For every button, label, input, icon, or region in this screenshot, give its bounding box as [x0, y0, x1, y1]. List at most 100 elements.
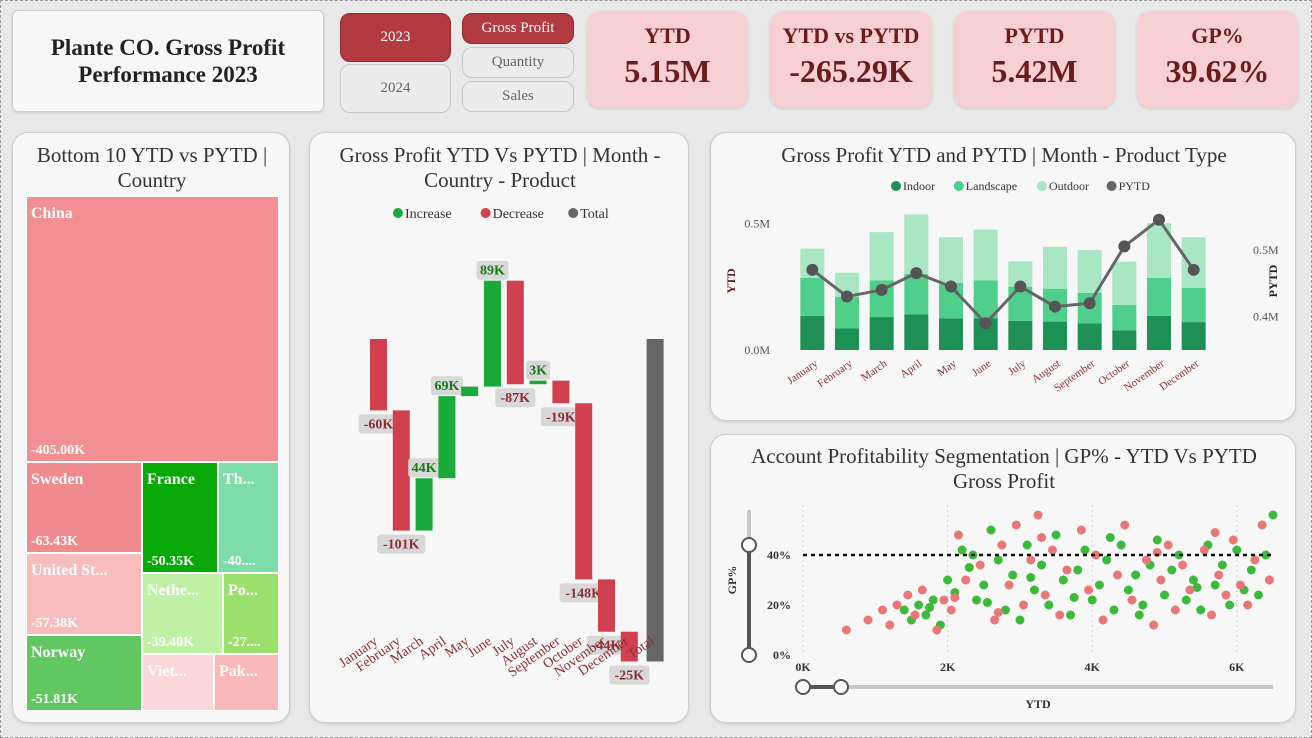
kpi-value: 5.42M	[991, 53, 1078, 89]
scatter-point	[1235, 580, 1245, 590]
treemap-tile-value: -57.38K	[31, 616, 79, 631]
y-range-handle	[741, 647, 757, 663]
treemap-tile-name: United St...	[31, 562, 108, 579]
x-tick-label: February	[815, 357, 855, 390]
treemap-tile[interactable]: Th... -40....	[218, 462, 279, 573]
treemap-tile-name: Norway	[31, 644, 86, 661]
scatter-point	[1246, 565, 1256, 575]
treemap-tile[interactable]: Sweden -63.43K	[26, 462, 142, 553]
x-tick-label: 0K	[795, 660, 811, 674]
y2-axis-label: PYTD	[1266, 264, 1280, 297]
waterfall-bar	[415, 478, 433, 531]
treemap-tile[interactable]: Nethe... -39.40K	[142, 573, 223, 654]
treemap-tile-value: -405.00K	[31, 443, 86, 458]
scatter-point	[1178, 560, 1188, 570]
treemap-tile[interactable]: Po... -27....	[223, 573, 279, 654]
scatter-point	[975, 560, 985, 570]
pytd-point	[875, 283, 888, 296]
kpi-card-gp-percent: GP% 39.62%	[1137, 11, 1298, 108]
treemap-tile[interactable]: Viet...	[142, 654, 214, 711]
treemap-tile[interactable]: France -50.35K	[142, 462, 218, 573]
title-card: Plante CO. Gross Profit Performance 2023	[12, 10, 324, 112]
treemap-tile[interactable]: United St... -57.38K	[26, 553, 142, 635]
scatter-point	[892, 600, 902, 610]
stacked-bar-segment	[904, 214, 929, 274]
scatter-point	[1076, 525, 1086, 535]
scatter-point	[1160, 590, 1170, 600]
pytd-point	[910, 267, 923, 280]
year-button-2023[interactable]: 2023	[340, 13, 451, 62]
stacked-bar-segment	[939, 237, 963, 283]
y-tick-label: 0.0M	[744, 343, 770, 357]
y-tick-label: 20%	[767, 598, 791, 612]
scatter-point	[1181, 595, 1191, 605]
scatter-point	[1047, 545, 1057, 555]
metric-button-quantity[interactable]: Quantity	[462, 47, 574, 78]
legend-label: Decrease	[493, 207, 544, 222]
legend-marker	[568, 208, 579, 218]
stacked-bar-segment	[939, 318, 963, 350]
legend-marker	[1037, 181, 1047, 191]
kpi-value: 39.62%	[1165, 53, 1270, 89]
treemap-tile-value: -27....	[228, 635, 261, 650]
pytd-point	[1049, 300, 1061, 313]
scatter-point	[1008, 570, 1018, 580]
data-label: -148K	[565, 586, 602, 601]
scatter-point	[1207, 610, 1217, 620]
scatter-point	[1069, 593, 1079, 602]
scatter-point	[1250, 555, 1260, 565]
waterfall-total-bar	[646, 339, 664, 662]
metric-button-sales[interactable]: Sales	[462, 81, 574, 112]
scatter-point	[932, 625, 942, 635]
scatter-point	[997, 540, 1007, 550]
scatter-point	[1217, 560, 1227, 570]
scatter-point	[1210, 580, 1220, 590]
scatter-point	[914, 600, 924, 610]
scatter-point	[982, 598, 992, 607]
treemap-tile-value: -51.81K	[31, 692, 79, 707]
x-tick-label: July	[1006, 357, 1028, 378]
y2-tick-label: 0.4M	[1253, 310, 1279, 324]
stacked-bar-segment	[1112, 304, 1137, 331]
scatter-point	[1149, 620, 1159, 630]
scatter-point	[1087, 595, 1097, 605]
scatter-point	[1026, 573, 1036, 582]
data-label: -87K	[501, 391, 531, 406]
stacked-bar-segment	[1077, 323, 1102, 350]
kpi-card-ytd-vs-pytd: YTD vs PYTD -265.29K	[770, 11, 932, 108]
scatter-point	[1170, 605, 1180, 615]
treemap-tile-name: Sweden	[31, 471, 84, 488]
year-button-2024[interactable]: 2024	[340, 64, 451, 113]
scatter-point	[903, 590, 913, 600]
scatter-point	[1127, 595, 1137, 605]
scatter-point	[961, 575, 971, 585]
kpi-label: PYTD	[1004, 23, 1065, 48]
scatter-point	[1232, 545, 1242, 555]
scatter-point	[1019, 600, 1029, 610]
scatter-point	[1037, 533, 1047, 542]
scatter-point	[1185, 585, 1195, 595]
scatter-point	[1116, 540, 1126, 550]
scatter-point	[1011, 520, 1021, 530]
scatter-point	[1210, 528, 1220, 537]
scatter-point	[910, 610, 920, 620]
scatter-point	[1141, 555, 1151, 565]
treemap-tile[interactable]: Norway -51.81K	[26, 635, 142, 711]
scatter-point	[1134, 610, 1144, 620]
scatter-point	[939, 595, 949, 605]
treemap-title: Bottom 10 YTD vs PYTD | Country	[36, 143, 268, 192]
treemap-tile[interactable]: China -405.00K	[26, 196, 279, 462]
legend-marker	[1106, 181, 1117, 191]
scatter-point	[1062, 565, 1072, 575]
data-label: 44K	[412, 461, 437, 476]
kpi-value: 5.15M	[624, 53, 711, 89]
stacked-bar-segment	[1008, 320, 1033, 350]
treemap-tile[interactable]: Pak...	[214, 654, 279, 711]
stacked-bar-segment	[973, 229, 998, 281]
pytd-point	[1153, 213, 1165, 226]
x-axis-label: YTD	[1025, 697, 1051, 711]
waterfall-bar	[506, 280, 524, 385]
scatter-point	[953, 530, 963, 540]
stacked-bar-segment	[800, 315, 825, 350]
metric-button-gross-profit[interactable]: Gross Profit	[462, 13, 574, 44]
